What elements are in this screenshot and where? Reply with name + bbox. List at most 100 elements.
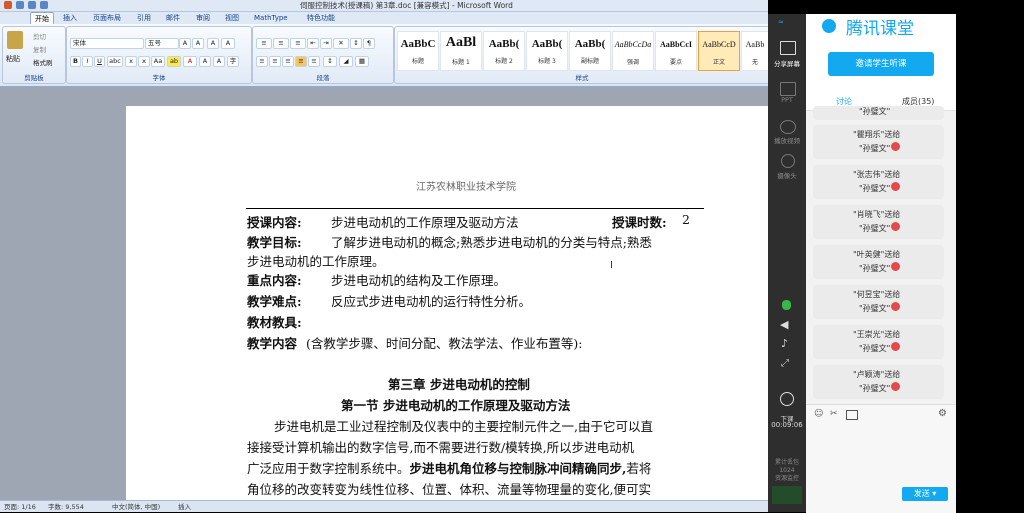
enclose-char-icon[interactable]: 字 bbox=[227, 56, 239, 67]
asian-layout-icon[interactable]: ✕ bbox=[333, 38, 349, 49]
increase-indent-icon[interactable]: ⇥ bbox=[320, 38, 332, 49]
sort-icon[interactable]: ↕ bbox=[350, 38, 362, 49]
doc-para-line1: 步进电机是工业过程控制及仪表中的主要控制元件之一,由于它可以直 bbox=[274, 419, 653, 434]
class-timer: 00:09:06 bbox=[771, 421, 803, 429]
undo-icon[interactable] bbox=[28, 1, 36, 9]
status-language[interactable]: 中文(简体, 中国) bbox=[112, 501, 160, 512]
doc-section-heading: 第一节 步进电动机的工作原理及驱动方法 bbox=[341, 398, 571, 413]
underline-icon[interactable]: U bbox=[94, 56, 105, 67]
paste-label[interactable]: 粘贴 bbox=[6, 54, 20, 64]
decrease-indent-icon[interactable]: ⇤ bbox=[307, 38, 319, 49]
header-rule bbox=[246, 208, 704, 209]
doc-chapter-heading: 第三章 步进电动机的控制 bbox=[388, 377, 530, 392]
styles-group-label: 样式 bbox=[575, 74, 589, 82]
borders-icon[interactable]: ▦ bbox=[355, 56, 369, 67]
camera-label[interactable]: 摄像头 bbox=[768, 170, 806, 180]
chat-input-area[interactable]: ☺ ✂ ⚙ 发送 ▾ bbox=[806, 404, 956, 513]
italic-icon[interactable]: I bbox=[82, 56, 93, 67]
style-normal[interactable]: AaBbCcD 正文 bbox=[698, 31, 740, 71]
send-button[interactable]: 发送 ▾ bbox=[902, 487, 948, 501]
subscript-icon[interactable]: x bbox=[125, 56, 137, 67]
tab-mailings[interactable]: 邮件 bbox=[166, 12, 180, 24]
style-strong[interactable]: AaBbCcI 要点 bbox=[655, 31, 697, 71]
end-class-icon[interactable] bbox=[780, 392, 794, 406]
image-icon[interactable] bbox=[846, 410, 858, 420]
format-painter-button[interactable]: 格式刷 bbox=[33, 57, 53, 67]
font-color-icon[interactable]: A bbox=[183, 56, 197, 67]
highlight-icon[interactable]: ab bbox=[167, 56, 181, 67]
style-heading-1[interactable]: AaBl 标题 1 bbox=[440, 31, 482, 71]
play-video-icon[interactable] bbox=[780, 120, 796, 134]
microphone-icon[interactable] bbox=[782, 300, 791, 310]
style-heading-2[interactable]: AaBb(标题 2 bbox=[483, 31, 525, 71]
change-case-icon[interactable]: Aa bbox=[151, 56, 165, 67]
clear-format-icon[interactable]: A bbox=[207, 38, 219, 49]
document-page[interactable]: 江苏农林职业技术学院 授课内容: 步进电动机的工作原理及驱动方法 授课时数: 2… bbox=[126, 106, 768, 500]
align-center-icon[interactable]: ≡ bbox=[269, 56, 281, 67]
tab-view[interactable]: 视图 bbox=[225, 12, 239, 24]
paste-icon[interactable] bbox=[7, 31, 23, 49]
tab-insert[interactable]: 插入 bbox=[63, 12, 77, 24]
doc-row4-value: 反应式步进电动机的运行特性分析。 bbox=[331, 294, 532, 309]
paragraph-group: ≡ ≡ ≡ ⇤ ⇥ ✕ ↕ ¶ ≡ ≡ ≡ ≡ ≡ ↕ ◢ ▦ 段落 bbox=[252, 26, 394, 84]
distributed-icon[interactable]: ≡ bbox=[308, 56, 320, 67]
multilevel-list-icon[interactable]: ≡ bbox=[290, 38, 306, 49]
redo-icon[interactable] bbox=[40, 1, 48, 9]
doc-para-line3: 广泛应用于数字控制系统中。步进电机角位移与控制脉冲间精确同步,若将 bbox=[247, 461, 652, 476]
font-group: 宋体 五号 A A A A B I U abc x x Aa ab A A A … bbox=[66, 26, 252, 84]
font-name-select[interactable]: 宋体 bbox=[70, 38, 144, 49]
tab-review[interactable]: 审阅 bbox=[196, 12, 210, 24]
align-right-icon[interactable]: ≡ bbox=[282, 56, 294, 67]
bullets-icon[interactable]: ≡ bbox=[256, 38, 272, 49]
phonetic-icon[interactable]: A bbox=[213, 56, 225, 67]
bold-icon[interactable]: B bbox=[70, 56, 81, 67]
style-heading-3[interactable]: AaBb(标题 3 bbox=[526, 31, 568, 71]
styles-group: AaBbC 标题 AaBl 标题 1 AaBb(标题 2 AaBb(标题 3 AaB… bbox=[394, 26, 768, 84]
speaker-icon[interactable]: ◀ bbox=[780, 318, 788, 331]
char-border-icon[interactable]: A bbox=[221, 38, 235, 49]
camera-icon[interactable] bbox=[781, 154, 795, 168]
tab-references[interactable]: 引用 bbox=[137, 12, 151, 24]
music-icon[interactable]: ♪ bbox=[781, 337, 788, 350]
status-words[interactable]: 字数: 9,554 bbox=[48, 501, 84, 512]
justify-icon[interactable]: ≡ bbox=[295, 56, 307, 67]
tab-features[interactable]: 特色功能 bbox=[307, 12, 335, 24]
tab-mathtype[interactable]: MathType bbox=[254, 12, 288, 24]
chat-item: "王崇光"送给 "孙璧文" bbox=[813, 325, 944, 359]
emoji-icon[interactable]: ☺ bbox=[814, 409, 823, 419]
save-icon[interactable] bbox=[16, 1, 24, 9]
style-title[interactable]: AaBbC 标题 bbox=[397, 31, 439, 71]
tab-page-layout[interactable]: 页面布局 bbox=[93, 12, 121, 24]
shading-icon[interactable]: ◢ bbox=[339, 56, 353, 67]
office-button-icon[interactable] bbox=[4, 1, 12, 9]
strikethrough-icon[interactable]: abc bbox=[107, 56, 123, 67]
scissors-icon[interactable]: ✂ bbox=[830, 409, 838, 419]
style-emphasis[interactable]: AaBbCcDa 强调 bbox=[612, 31, 654, 71]
paragraph-group-label: 段落 bbox=[316, 74, 330, 82]
show-marks-icon[interactable]: ¶ bbox=[363, 38, 375, 49]
style-no-spacing[interactable]: AaBb 无 bbox=[741, 31, 768, 71]
play-video-label[interactable]: 播放视频 bbox=[768, 135, 806, 145]
grow-font-icon[interactable]: A bbox=[179, 38, 191, 49]
status-insert-mode[interactable]: 插入 bbox=[178, 501, 191, 512]
align-left-icon[interactable]: ≡ bbox=[256, 56, 268, 67]
font-size-select[interactable]: 五号 bbox=[145, 38, 179, 49]
share-screen-label[interactable]: 分享屏幕 bbox=[768, 58, 806, 68]
superscript-icon[interactable]: x bbox=[138, 56, 150, 67]
copy-button[interactable]: 复制 bbox=[33, 44, 46, 54]
ppt-label[interactable]: PPT bbox=[768, 96, 806, 104]
flower-gift-icon bbox=[891, 142, 900, 151]
char-shading-icon[interactable]: A bbox=[199, 56, 211, 67]
status-page[interactable]: 页面: 1/16 bbox=[4, 501, 36, 512]
fullscreen-icon[interactable]: ⤢ bbox=[781, 358, 789, 369]
share-screen-icon[interactable] bbox=[780, 41, 796, 55]
invite-students-button[interactable]: 邀请学生听课 bbox=[828, 52, 934, 76]
cut-button[interactable]: 剪切 bbox=[33, 31, 46, 41]
numbering-icon[interactable]: ≡ bbox=[273, 38, 289, 49]
shrink-font-icon[interactable]: A bbox=[192, 38, 204, 49]
line-spacing-icon[interactable]: ↕ bbox=[323, 56, 337, 67]
settings-gear-icon[interactable]: ⚙ bbox=[938, 408, 947, 419]
word-window: 伺服控制技术(授课稿) 第3章.doc [兼容模式] - Microsoft W… bbox=[0, 0, 768, 512]
ppt-icon[interactable] bbox=[780, 82, 796, 96]
style-subtitle[interactable]: AaBb(副标题 bbox=[569, 31, 611, 71]
